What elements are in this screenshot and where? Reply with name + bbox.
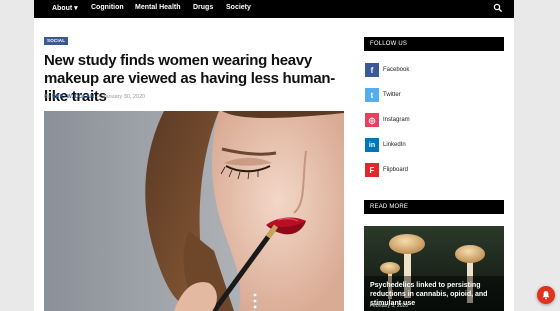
bell-icon — [542, 291, 550, 300]
social-label-flipboard: Flipboard — [383, 167, 409, 173]
notification-bell-button[interactable] — [537, 286, 555, 304]
twitter-icon: t — [365, 88, 379, 102]
social-flipboard[interactable]: F Flipboard — [365, 163, 408, 177]
article-date: January 30, 2020 — [102, 94, 146, 100]
nav-drugs[interactable]: Drugs — [193, 4, 213, 11]
chevron-down-icon: ▾ — [74, 5, 78, 12]
read-more-header: READ MORE — [364, 200, 504, 214]
article-image — [44, 111, 344, 311]
nav-about-label: About — [52, 5, 73, 12]
social-label-facebook: Facebook — [383, 67, 410, 73]
read-more-card[interactable]: Psychedelics linked to persisting reduct… — [364, 226, 504, 311]
social-label-linkedin: LinkedIn — [383, 142, 406, 148]
nav-cognition[interactable]: Cognition — [91, 4, 124, 11]
read-more-date: February 5, 2020 — [370, 303, 409, 309]
social-label-instagram: Instagram — [383, 117, 410, 123]
social-instagram[interactable]: ◎ Instagram — [365, 113, 410, 127]
facebook-icon: f — [365, 63, 379, 77]
social-twitter[interactable]: t Twitter — [365, 88, 401, 102]
follow-us-header: FOLLOW US — [364, 37, 504, 51]
social-label-twitter: Twitter — [383, 92, 401, 98]
article-byline: By ERIC W. DOLAN — January 30, 2020 — [44, 94, 145, 100]
nav-mental-health[interactable]: Mental Health — [135, 4, 181, 11]
top-navigation: About ▾ Cognition Mental Health Drugs So… — [34, 0, 514, 18]
social-facebook[interactable]: f Facebook — [365, 63, 409, 77]
author-link[interactable]: ERIC W. DOLAN — [52, 94, 94, 100]
byline-prefix: By — [44, 94, 51, 100]
search-icon[interactable] — [493, 3, 503, 13]
nav-about[interactable]: About ▾ — [52, 4, 78, 12]
social-linkedin[interactable]: in LinkedIn — [365, 138, 406, 152]
instagram-icon: ◎ — [365, 113, 379, 127]
flipboard-icon: F — [365, 163, 379, 177]
nav-society[interactable]: Society — [226, 4, 251, 11]
linkedin-icon: in — [365, 138, 379, 152]
category-badge[interactable]: SOCIAL — [44, 37, 69, 45]
byline-separator: — — [95, 94, 102, 100]
